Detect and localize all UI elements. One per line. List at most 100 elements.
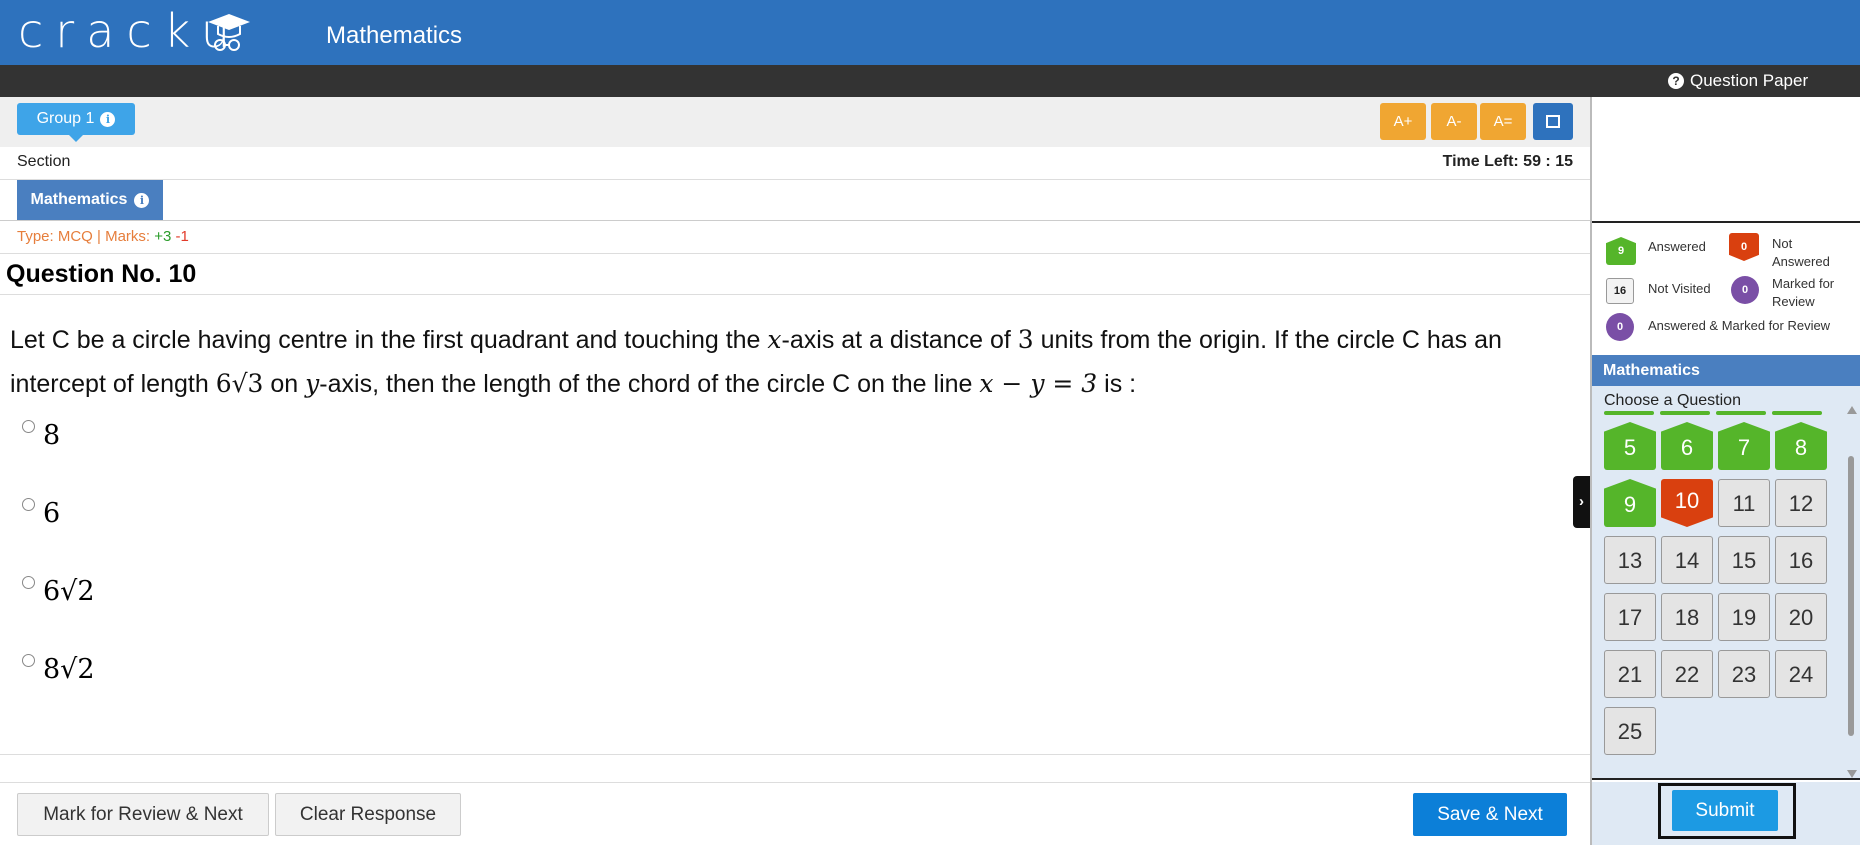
- save-next-button[interactable]: Save & Next: [1413, 793, 1567, 836]
- question-button-13[interactable]: 13: [1604, 536, 1656, 584]
- clear-response-button[interactable]: Clear Response: [275, 793, 461, 836]
- option-radio[interactable]: [22, 420, 35, 433]
- option-value: 6: [43, 498, 61, 529]
- collapse-panel-button[interactable]: ›: [1573, 476, 1590, 528]
- question-text: Let C be a circle having centre in the f…: [10, 318, 1580, 406]
- not-answered-legend-label: Not Answered: [1772, 236, 1830, 269]
- top-header: cracku Mathematics: [0, 0, 1860, 65]
- not-visited-legend-label: Not Visited: [1648, 281, 1711, 296]
- question-button-17[interactable]: 17: [1604, 593, 1656, 641]
- option-2[interactable]: 6: [22, 496, 60, 529]
- status-indicator: [1772, 411, 1822, 415]
- question-paper-label: Question Paper: [1690, 71, 1809, 90]
- question-number: Question No. 10: [6, 260, 197, 288]
- math-var-x: x: [767, 325, 782, 354]
- question-button-19[interactable]: 19: [1718, 593, 1770, 641]
- mark-review-next-button[interactable]: Mark for Review & Next: [17, 793, 269, 836]
- question-button-12[interactable]: 12: [1775, 479, 1827, 527]
- palette-scrollbar[interactable]: [1845, 406, 1857, 778]
- option-radio[interactable]: [22, 654, 35, 667]
- status-indicator: [1660, 411, 1710, 415]
- palette-section-title: Mathematics: [1592, 355, 1860, 386]
- chevron-right-icon: ›: [1579, 493, 1584, 510]
- submit-button[interactable]: Submit: [1672, 790, 1778, 831]
- answered-legend-icon: 9: [1606, 237, 1636, 265]
- font-decrease-button[interactable]: A-: [1431, 103, 1477, 140]
- question-text-part: -axis at a distance of: [781, 326, 1018, 354]
- tab-mathematics[interactable]: Mathematics i: [17, 180, 163, 220]
- graduation-cap-icon: [208, 14, 250, 51]
- font-reset-button[interactable]: A=: [1480, 103, 1526, 140]
- question-type-marks: Type: MCQ | Marks: +3 -1: [17, 228, 189, 245]
- section-label: Section: [17, 153, 71, 170]
- utility-bar: ? Question Paper: [0, 65, 1860, 97]
- status-legend: 9 Answered 0 Not Answered 16 Not Visited…: [1592, 221, 1860, 351]
- scroll-up-arrow-icon[interactable]: [1847, 406, 1857, 414]
- question-text-part: is :: [1097, 370, 1137, 398]
- question-number-row: Question No. 10: [0, 254, 1590, 295]
- question-button-20[interactable]: 20: [1775, 593, 1827, 641]
- question-button-16[interactable]: 16: [1775, 536, 1827, 584]
- option-radio[interactable]: [22, 498, 35, 511]
- submit-area: Submit: [1592, 782, 1860, 845]
- positive-marks: +3: [154, 228, 172, 245]
- scroll-down-arrow-icon[interactable]: [1847, 770, 1857, 778]
- fullscreen-button[interactable]: [1533, 103, 1573, 140]
- font-increase-button[interactable]: A+: [1380, 103, 1426, 140]
- scroll-thumb[interactable]: [1848, 456, 1854, 736]
- action-footer: Mark for Review & Next Clear Response Sa…: [0, 782, 1590, 845]
- answered-marked-legend-label: Answered & Marked for Review: [1648, 318, 1831, 333]
- math-line-equation: x − y = 3: [979, 369, 1098, 398]
- answered-legend-label: Answered: [1648, 239, 1706, 254]
- info-icon[interactable]: i: [100, 111, 116, 127]
- status-indicator: [1716, 411, 1766, 415]
- option-radio[interactable]: [22, 576, 35, 589]
- question-text-part: -axis, then the length of the chord of t…: [319, 370, 980, 398]
- question-button-6[interactable]: 6: [1661, 422, 1713, 470]
- group-toolbar: Group 1 i A+ A- A=: [0, 97, 1590, 147]
- info-icon[interactable]: i: [134, 192, 150, 208]
- tab-mathematics-label: Mathematics: [30, 191, 128, 208]
- header-subject-title: Mathematics: [326, 22, 463, 49]
- question-button-11[interactable]: 11: [1718, 479, 1770, 527]
- question-palette-panel: 9 Answered 0 Not Answered 16 Not Visited…: [1590, 97, 1860, 845]
- question-button-8[interactable]: 8: [1775, 422, 1827, 470]
- question-grid: Choose a Question 5 6 7 8 9 10 11 12 13 14 15 16 17 1…: [1592, 386, 1860, 780]
- type-prefix: Type: MCQ | Marks:: [17, 228, 155, 245]
- choose-question-label: Choose a Question: [1604, 392, 1741, 409]
- option-value: 6√2: [43, 576, 95, 607]
- question-button-14[interactable]: 14: [1661, 536, 1713, 584]
- question-button-7[interactable]: 7: [1718, 422, 1770, 470]
- question-button-18[interactable]: 18: [1661, 593, 1713, 641]
- section-tabs: Mathematics i: [0, 180, 1590, 221]
- math-number: 3: [1017, 325, 1034, 354]
- question-button-21[interactable]: 21: [1604, 650, 1656, 698]
- question-button-25[interactable]: 25: [1604, 707, 1656, 755]
- option-4[interactable]: 8√2: [22, 652, 95, 685]
- answered-marked-legend-icon: 0: [1606, 313, 1634, 341]
- content-divider: [0, 754, 1590, 755]
- option-value: 8√2: [43, 654, 95, 685]
- option-value: 8: [43, 420, 61, 451]
- question-paper-link[interactable]: ? Question Paper: [1668, 65, 1858, 97]
- section-row: Section Time Left: 59 : 15: [0, 147, 1590, 180]
- question-text-part: Let C be a circle having centre in the f…: [10, 326, 768, 354]
- not-visited-legend-icon: 16: [1606, 278, 1634, 304]
- marked-review-legend-label: Marked for Review: [1772, 276, 1835, 309]
- status-indicator: [1604, 411, 1654, 415]
- group-1-button[interactable]: Group 1 i: [17, 103, 135, 142]
- question-text-part: on: [263, 370, 306, 398]
- option-3[interactable]: 6√2: [22, 574, 95, 607]
- question-circle-icon: ?: [1668, 73, 1684, 89]
- marked-review-legend-icon: 0: [1731, 276, 1759, 304]
- option-1[interactable]: 8: [22, 418, 60, 451]
- question-button-22[interactable]: 22: [1661, 650, 1713, 698]
- question-button-23[interactable]: 23: [1718, 650, 1770, 698]
- question-button-5[interactable]: 5: [1604, 422, 1656, 470]
- question-button-15[interactable]: 15: [1718, 536, 1770, 584]
- question-button-9[interactable]: 9: [1604, 479, 1656, 527]
- math-expression: 6√3: [215, 369, 264, 398]
- question-button-24[interactable]: 24: [1775, 650, 1827, 698]
- time-left: Time Left: 59 : 15: [1442, 153, 1573, 170]
- question-button-10[interactable]: 10: [1661, 479, 1713, 527]
